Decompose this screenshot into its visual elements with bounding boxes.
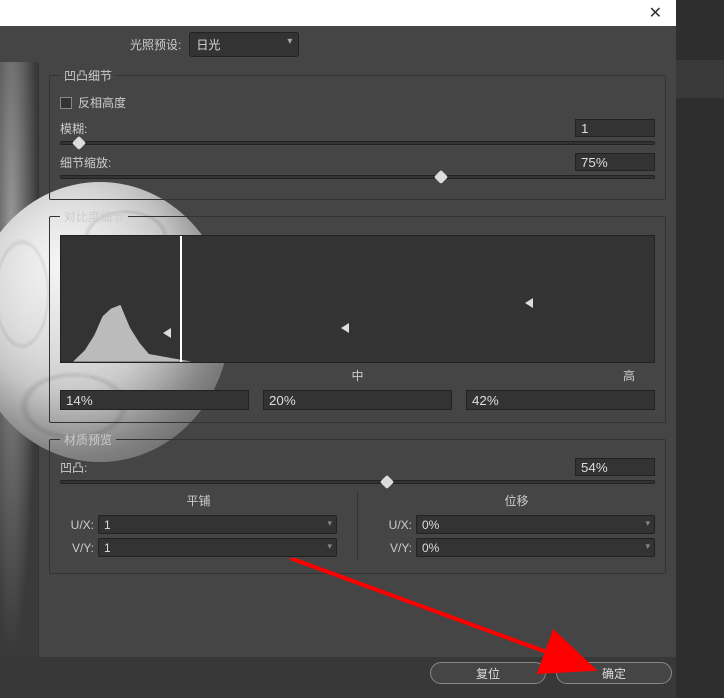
blur-label: 模糊: — [60, 120, 87, 137]
reset-button[interactable]: 复位 — [430, 662, 546, 684]
offset-vy-label: V/Y: — [378, 541, 412, 555]
contrast-mid-handle[interactable] — [341, 323, 349, 333]
blur-input[interactable] — [575, 119, 655, 137]
tile-column: 平铺 U/X: 1 V/Y: 1 — [60, 492, 337, 561]
tile-vy-label: V/Y: — [60, 541, 94, 555]
detail-scale-input[interactable] — [575, 153, 655, 171]
title-bar: ✕ — [0, 0, 676, 26]
main-area: 凹凸细节 反相高度 模糊: 细节缩放: 对比度细节 — [0, 62, 676, 657]
offset-column: 位移 U/X: 0% V/Y: 0% — [378, 492, 655, 561]
light-preset-label: 光照预设: — [130, 36, 181, 53]
detail-scale-label: 细节缩放: — [60, 154, 111, 171]
tile-ux-label: U/X: — [60, 518, 94, 532]
detail-scale-slider[interactable] — [60, 175, 655, 179]
contrast-low-label: 低 — [80, 367, 92, 384]
contrast-detail-group: 对比度细节 低 中 高 — [49, 208, 666, 423]
material-bump-label: 凹凸: — [60, 459, 87, 476]
contrast-lo-handle[interactable] — [163, 328, 171, 338]
histogram-peak-line — [180, 236, 182, 362]
controls-pane: 凹凸细节 反相高度 模糊: 细节缩放: 对比度细节 — [39, 62, 676, 657]
material-bump-thumb[interactable] — [380, 475, 394, 489]
contrast-hi-handle[interactable] — [525, 298, 533, 308]
light-preset-select[interactable]: 日光 — [189, 32, 299, 57]
offset-title: 位移 — [378, 492, 655, 509]
header-row: 光照预设: 日光 — [0, 26, 676, 62]
detail-scale-slider-thumb[interactable] — [433, 170, 447, 184]
invert-height-checkbox[interactable] — [60, 97, 72, 109]
button-bar: 复位 确定 — [430, 662, 672, 684]
tile-title: 平铺 — [60, 492, 337, 509]
contrast-high-input[interactable] — [466, 390, 655, 410]
contrast-histogram[interactable] — [60, 235, 655, 363]
light-preset-value: 日光 — [196, 38, 220, 52]
offset-vy-select[interactable]: 0% — [416, 538, 655, 557]
close-icon[interactable]: ✕ — [649, 3, 662, 23]
blur-slider[interactable] — [60, 141, 655, 145]
material-bump-slider[interactable] — [60, 480, 655, 484]
offset-ux-select[interactable]: 0% — [416, 515, 655, 534]
tile-ux-select[interactable]: 1 — [98, 515, 337, 534]
contrast-high-label: 高 — [623, 367, 635, 384]
histogram-svg — [73, 286, 192, 362]
contrast-mid-input[interactable] — [263, 390, 452, 410]
material-preview-group: 材质预览 凹凸: 平铺 U/X: 1 V/Y: 1 — [49, 431, 666, 574]
material-legend: 材质预览 — [60, 431, 116, 448]
offset-ux-label: U/X: — [378, 518, 412, 532]
bump-legend: 凹凸细节 — [60, 67, 116, 84]
tile-vy-select[interactable]: 1 — [98, 538, 337, 557]
blur-slider-thumb[interactable] — [72, 136, 86, 150]
contrast-mid-label: 中 — [351, 367, 363, 384]
bump-detail-group: 凹凸细节 反相高度 模糊: 细节缩放: — [49, 67, 666, 200]
ok-button[interactable]: 确定 — [556, 662, 672, 684]
contrast-low-input[interactable] — [60, 390, 249, 410]
contrast-legend: 对比度细节 — [60, 208, 128, 225]
app-right-strip — [676, 0, 724, 698]
invert-height-label: 反相高度 — [78, 94, 126, 111]
material-bump-input[interactable] — [575, 458, 655, 476]
preview-pane — [0, 62, 39, 657]
material-divider — [357, 492, 358, 561]
